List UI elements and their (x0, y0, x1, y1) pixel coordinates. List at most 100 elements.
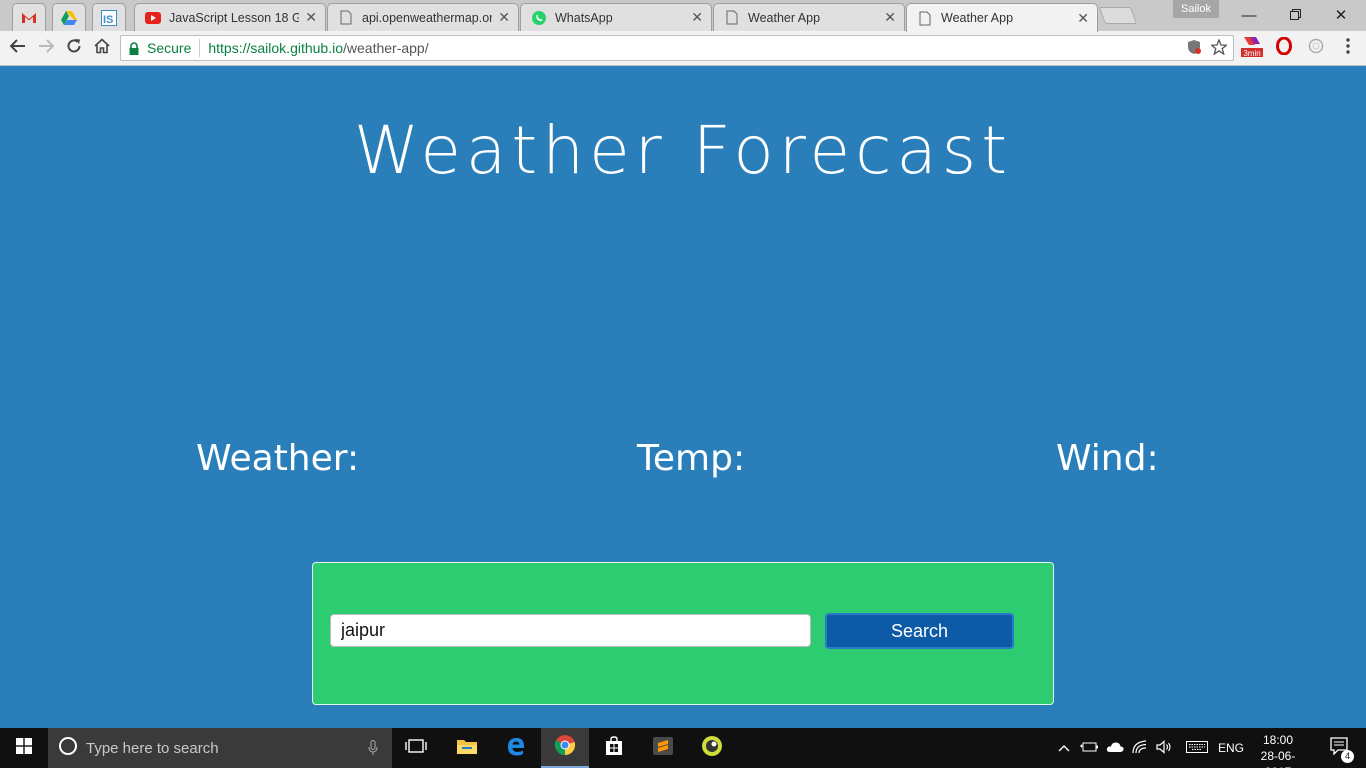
more-vertical-icon (1346, 37, 1350, 59)
google-drive-icon (61, 10, 77, 26)
edge-icon (505, 735, 527, 762)
divider (199, 39, 201, 57)
sublime-text-icon (652, 736, 674, 761)
omnibox-actions (1187, 38, 1229, 60)
microphone-icon[interactable] (368, 740, 378, 761)
city-search-input[interactable] (330, 614, 811, 647)
forward-arrow-icon (38, 38, 55, 58)
search-button[interactable]: Search (825, 613, 1014, 649)
speaker-icon[interactable] (1156, 739, 1172, 757)
browser-tab-strip: IS JavaScript Lesson 18 Geo ✕ api.openwe… (0, 0, 1366, 32)
close-icon[interactable]: ✕ (1077, 10, 1089, 27)
restore-button[interactable] (1272, 0, 1318, 30)
minimize-button[interactable]: — (1226, 0, 1272, 30)
tab-weather-app-active[interactable]: Weather App ✕ (906, 3, 1098, 32)
browser-toolbar: Secure https://sailok.github.io/weather-… (0, 31, 1366, 66)
windows-taskbar: Type here to search ENG 18:00 28-06- 4 (0, 728, 1366, 768)
sublime-text-button[interactable] (639, 728, 687, 768)
windows-logo-icon (16, 737, 32, 759)
profile-button[interactable]: Sailok (1173, 0, 1219, 18)
home-icon (94, 37, 110, 59)
action-center-button[interactable]: 4 (1318, 728, 1362, 768)
wifi-icon[interactable] (1132, 739, 1148, 757)
cortana-circle-icon (58, 736, 78, 761)
svg-text:IS: IS (103, 14, 113, 26)
close-icon: ✕ (1334, 7, 1348, 24)
address-bar[interactable]: Secure https://sailok.github.io/weather-… (120, 35, 1234, 61)
app-circle-icon (701, 735, 723, 762)
search-form: Search (312, 562, 1054, 705)
file-explorer-button[interactable] (443, 728, 491, 768)
url-path: /weather-app/ (343, 40, 429, 56)
gmail-icon (21, 10, 37, 26)
close-window-button[interactable]: ✕ (1318, 0, 1364, 30)
chrome-icon (554, 734, 576, 761)
document-icon (917, 10, 933, 26)
minimize-icon: — (1241, 6, 1257, 24)
document-icon (338, 10, 354, 26)
lock-icon (129, 41, 141, 55)
url-text[interactable]: https://sailok.github.io/weather-app/ (208, 40, 428, 56)
chrome-taskbar-button[interactable] (541, 728, 589, 768)
taskbar-search-box[interactable]: Type here to search (48, 728, 392, 768)
new-tab-button[interactable] (1098, 7, 1138, 24)
onedrive-cloud-icon[interactable] (1106, 741, 1124, 756)
youtube-icon (145, 10, 161, 26)
back-arrow-icon (9, 38, 26, 58)
taskbar-search-placeholder: Type here to search (86, 739, 219, 757)
close-icon[interactable]: ✕ (498, 9, 510, 26)
tab-label: JavaScript Lesson 18 Geo (169, 10, 299, 25)
close-icon[interactable]: ✕ (305, 9, 317, 26)
tab-gmail[interactable] (12, 3, 46, 31)
document-icon (724, 10, 740, 26)
wind-label: Wind: (1056, 438, 1159, 479)
tab-javascript-lesson[interactable]: JavaScript Lesson 18 Geo ✕ (134, 3, 326, 31)
clock-time: 18:00 (1262, 733, 1294, 747)
language-indicator[interactable]: ENG (1218, 741, 1244, 755)
edge-button[interactable] (492, 728, 540, 768)
clock-date: 28-06-2017 (1260, 749, 1296, 768)
system-tray: ENG (1058, 728, 1244, 768)
close-icon[interactable]: ✕ (884, 9, 896, 26)
close-icon[interactable]: ✕ (691, 9, 703, 26)
tab-label: Weather App (748, 10, 821, 25)
clock[interactable]: 18:00 28-06-2017 (1248, 732, 1308, 768)
bookmark-star-icon[interactable] (1209, 38, 1229, 60)
start-button[interactable] (0, 728, 48, 768)
app-taskbar-button[interactable] (688, 728, 736, 768)
store-button[interactable] (590, 728, 638, 768)
reload-icon (66, 38, 82, 59)
extension-button[interactable] (1304, 36, 1328, 60)
forward-button[interactable] (34, 36, 58, 60)
task-view-button[interactable] (392, 728, 440, 768)
opera-icon (1276, 36, 1292, 60)
opera-extension-button[interactable] (1272, 36, 1296, 60)
tab-weather-app[interactable]: Weather App ✕ (713, 3, 905, 31)
tab-label: Weather App (941, 11, 1014, 25)
extension-timer[interactable]: 3min (1240, 36, 1264, 60)
tab-whatsapp[interactable]: WhatsApp ✕ (520, 3, 712, 31)
tab-label: WhatsApp (555, 10, 613, 25)
keyboard-icon[interactable] (1186, 740, 1208, 756)
secure-label: Secure (147, 40, 192, 56)
chrome-menu-button[interactable] (1336, 36, 1360, 60)
battery-icon[interactable] (1080, 741, 1098, 756)
notification-count-badge: 4 (1341, 749, 1354, 763)
tab-is[interactable]: IS (92, 3, 126, 31)
weather-label: Weather: (196, 438, 360, 479)
folder-icon (456, 737, 478, 760)
restore-icon (1289, 7, 1301, 24)
reload-button[interactable] (62, 36, 86, 60)
is-icon: IS (101, 9, 117, 26)
tab-google-drive[interactable] (52, 3, 86, 31)
chevron-up-icon[interactable] (1058, 741, 1070, 755)
url-host: https://sailok.github.io (208, 40, 343, 56)
home-button[interactable] (90, 36, 114, 60)
blocked-shield-icon[interactable] (1187, 39, 1201, 60)
temp-label: Temp: (637, 438, 746, 479)
back-button[interactable] (6, 36, 30, 60)
store-bag-icon (604, 735, 624, 761)
extension-badge: 3min (1243, 49, 1261, 58)
tab-openweathermap[interactable]: api.openweathermap.org ✕ (327, 3, 519, 31)
task-view-icon (405, 738, 427, 759)
